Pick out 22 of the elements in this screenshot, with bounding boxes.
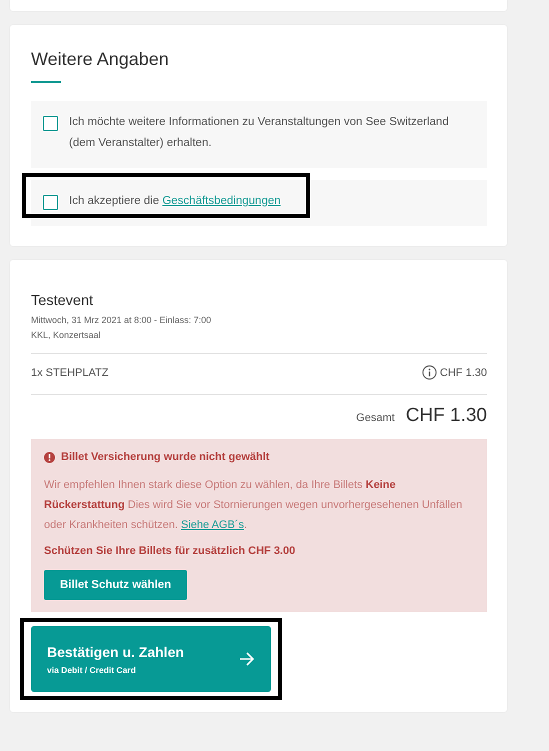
pay-button[interactable]: Bestätigen u. Zahlen via Debit / Credit Card bbox=[31, 626, 271, 692]
protection-button[interactable]: Billet Schutz wählen bbox=[44, 570, 188, 600]
ticket-price: CHF 1.30 bbox=[440, 366, 487, 378]
offer-text: Schützen Sie Ihre Billets für zusätzlich CHF 3.00 bbox=[44, 545, 296, 557]
checkbox-label: Ich akzeptiere die Geschäftsbedingungen bbox=[69, 194, 281, 209]
event-venue: KKL, Konzertsaal bbox=[31, 329, 102, 342]
total-amount: CHF 1.30 bbox=[406, 405, 487, 427]
checkbox[interactable] bbox=[43, 116, 58, 131]
alert-title: Billet Versicherung wurde nicht gewählt bbox=[61, 451, 270, 463]
warning-icon bbox=[44, 452, 55, 462]
agb-link[interactable]: Siehe AGB´s bbox=[180, 519, 244, 531]
alert-message: Wir empfehlen Ihnen stark diese Option zu wählen, da Ihre Billets Keine Rückerstattung Dies wird Sie vor Stornierungen wegen unvorhergesehenen Unfällen oder Krankheiten schützen. Siehe AGB´s. bbox=[44, 478, 464, 533]
event-date: Mittwoch, 31 Mrz 2021 at 8:00 - Einlass: 7:00 bbox=[31, 314, 212, 327]
section-title: Weitere Angaben bbox=[31, 49, 170, 70]
ticket-label: 1x STEHPLATZ bbox=[31, 366, 108, 378]
checkbox[interactable] bbox=[43, 195, 58, 210]
arrow-icon bbox=[239, 652, 255, 666]
info-icon[interactable] bbox=[422, 365, 437, 380]
event-title: Testevent bbox=[31, 293, 94, 309]
checkbox-label: Ich möchte weitere Informationen zu Veranstaltungen von See Switzerland (dem Veranstalter) erhalten. bbox=[69, 115, 450, 151]
total-label: Gesamt bbox=[356, 412, 395, 424]
terms-link[interactable]: Geschäftsbedingungen bbox=[162, 195, 281, 207]
